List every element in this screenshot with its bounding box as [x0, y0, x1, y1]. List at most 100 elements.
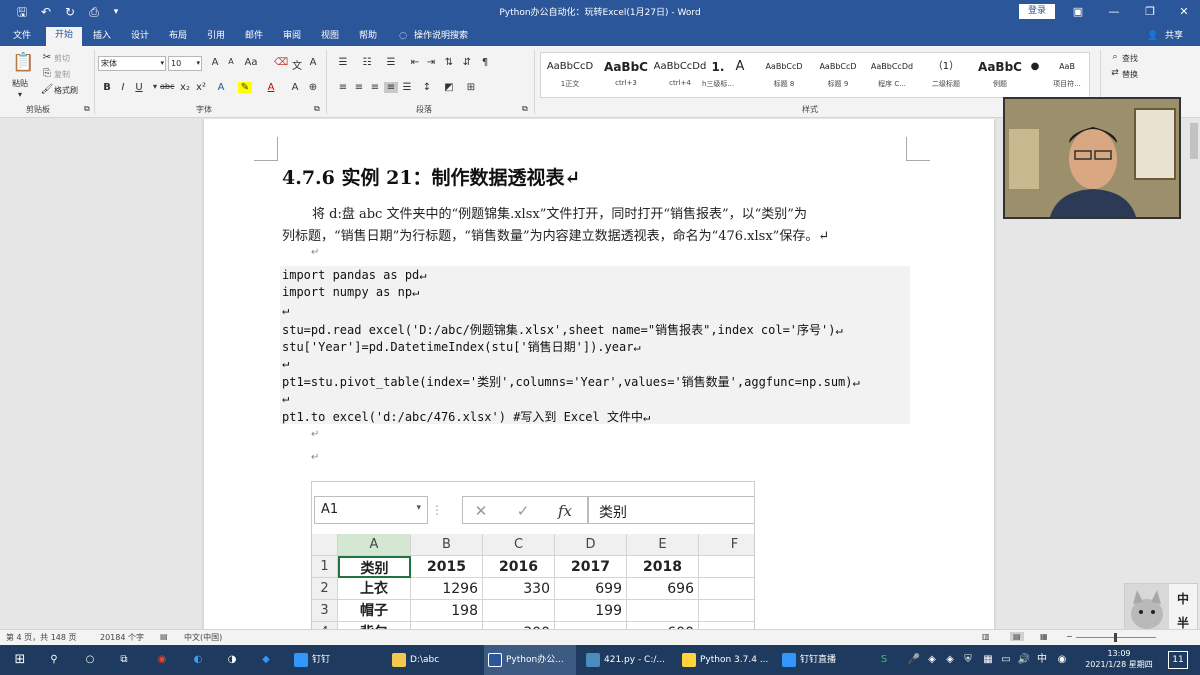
- align-left-icon[interactable]: ≡: [336, 82, 350, 93]
- notification-badge[interactable]: 11: [1168, 651, 1188, 669]
- font-color-icon[interactable]: A: [264, 82, 278, 93]
- network-icon[interactable]: ▦: [980, 645, 996, 675]
- line-spacing-icon[interactable]: ↕: [420, 82, 434, 93]
- paste-dropdown-icon[interactable]: ▾: [18, 90, 22, 99]
- taskbar-app[interactable]: Python办公...: [484, 645, 576, 675]
- language-status[interactable]: 中文(中国): [184, 632, 222, 643]
- input-lang[interactable]: 中: [1034, 645, 1050, 675]
- scrollbar-thumb[interactable]: [1190, 123, 1198, 159]
- strikethrough-icon[interactable]: abc: [160, 82, 174, 91]
- tab-view[interactable]: 视图: [314, 28, 346, 46]
- shield-icon[interactable]: ⛨: [960, 645, 976, 675]
- phonetic-guide-icon[interactable]: 文: [290, 57, 304, 72]
- style-item[interactable]: ●: [1023, 55, 1047, 95]
- copy-button[interactable]: 复制: [54, 69, 70, 80]
- superscript-icon[interactable]: x²: [194, 82, 208, 93]
- app-tray-icon[interactable]: ◈: [942, 645, 958, 675]
- tab-mailings[interactable]: 邮件: [238, 28, 270, 46]
- read-mode-icon[interactable]: ▥: [982, 632, 990, 641]
- cut-icon[interactable]: ✂: [40, 52, 54, 63]
- enclose-char-icon[interactable]: ⊕: [306, 82, 320, 93]
- grow-font-icon[interactable]: A: [208, 57, 222, 68]
- sort-icon[interactable]: ⇵: [460, 57, 474, 68]
- clipboard-launcher-icon[interactable]: ⧉: [84, 104, 90, 114]
- word-count[interactable]: 20184 个字: [100, 632, 144, 643]
- restore-icon[interactable]: ❐: [1140, 4, 1160, 20]
- chrome-icon[interactable]: ◉: [154, 645, 170, 675]
- style-item[interactable]: AaB 项目符...: [1047, 55, 1087, 95]
- clock[interactable]: 13:09 2021/1/28 星期四: [1079, 648, 1159, 670]
- zoom-out-icon[interactable]: −: [1066, 632, 1073, 641]
- copy-icon[interactable]: ⎘: [40, 68, 54, 79]
- app-tray-icon[interactable]: ◈: [924, 645, 940, 675]
- windows-start-icon[interactable]: ⊞: [12, 645, 28, 675]
- find-icon[interactable]: ⌕: [1108, 52, 1122, 62]
- minimize-icon[interactable]: —: [1104, 4, 1124, 20]
- replace-button[interactable]: 替换: [1122, 69, 1138, 80]
- tab-insert[interactable]: 插入: [86, 28, 118, 46]
- taskbar-app[interactable]: D:\abc: [388, 645, 478, 675]
- justify-icon[interactable]: ≡: [384, 82, 398, 93]
- web-layout-icon[interactable]: ▦: [1040, 632, 1048, 641]
- multilevel-list-icon[interactable]: ☰: [384, 57, 398, 68]
- numbering-icon[interactable]: ☷: [360, 57, 374, 68]
- tab-references[interactable]: 引用: [200, 28, 232, 46]
- bullets-icon[interactable]: ☰: [336, 57, 350, 68]
- share-button[interactable]: 共享: [1160, 28, 1188, 46]
- task-view-icon[interactable]: ⧉: [116, 645, 132, 675]
- shading-icon[interactable]: ◩: [442, 82, 456, 93]
- font-launcher-icon[interactable]: ⧉: [314, 104, 320, 114]
- taskbar-app[interactable]: 钉钉直播: [778, 645, 862, 675]
- style-item[interactable]: A: [725, 55, 755, 95]
- distributed-icon[interactable]: ☰: [400, 82, 414, 93]
- find-button[interactable]: 查找: [1122, 53, 1138, 64]
- bold-icon[interactable]: B: [100, 82, 114, 93]
- volume-icon[interactable]: 🔊: [1016, 645, 1032, 675]
- ribbon-display-icon[interactable]: ▣: [1068, 4, 1088, 20]
- vertical-scrollbar[interactable]: [1188, 119, 1200, 629]
- format-painter-icon[interactable]: 🖌: [40, 84, 54, 95]
- borders-icon[interactable]: ⊞: [464, 82, 478, 93]
- tab-review[interactable]: 审阅: [276, 28, 308, 46]
- replace-icon[interactable]: ⇄: [1108, 68, 1122, 78]
- taskbar-app[interactable]: 421.py - C:/...: [582, 645, 672, 675]
- paste-button[interactable]: 粘贴: [12, 78, 28, 89]
- close-icon[interactable]: ✕: [1174, 4, 1194, 20]
- page-count[interactable]: 第 4 页，共 148 页: [6, 632, 77, 643]
- underline-icon[interactable]: U: [132, 82, 146, 93]
- edge-icon[interactable]: ◐: [190, 645, 206, 675]
- taskbar-app[interactable]: Python 3.7.4 ...: [678, 645, 772, 675]
- app-icon[interactable]: ◑: [224, 645, 240, 675]
- cut-button[interactable]: 剪切: [54, 53, 70, 64]
- style-item[interactable]: AaBbCcD 1正文: [543, 55, 597, 95]
- align-right-icon[interactable]: ≡: [368, 82, 382, 93]
- tell-me-search[interactable]: 操作说明搜索: [414, 28, 484, 46]
- chinese-layout-icon[interactable]: ⇅: [442, 57, 456, 68]
- taskbar-app[interactable]: 钉钉: [290, 645, 382, 675]
- tab-file[interactable]: 文件: [8, 28, 36, 46]
- microphone-icon[interactable]: 🎤: [906, 645, 922, 675]
- shrink-font-icon[interactable]: A: [224, 57, 238, 66]
- cortana-icon[interactable]: ○: [82, 645, 98, 675]
- highlight-icon[interactable]: ✎: [238, 82, 252, 93]
- style-item[interactable]: AaBbCcD 标题 8: [757, 55, 811, 95]
- decrease-indent-icon[interactable]: ⇤: [408, 57, 422, 68]
- tab-help[interactable]: 帮助: [352, 28, 384, 46]
- login-button[interactable]: 登录: [1019, 4, 1055, 19]
- char-shading-icon[interactable]: A: [288, 82, 302, 93]
- align-center-icon[interactable]: ≡: [352, 82, 366, 93]
- search-icon[interactable]: ⚲: [46, 645, 62, 675]
- italic-icon[interactable]: I: [116, 82, 130, 93]
- paragraph-launcher-icon[interactable]: ⧉: [522, 104, 528, 114]
- text-effects-icon[interactable]: A: [214, 82, 228, 93]
- font-size-combo[interactable]: 10 ▾: [168, 56, 202, 71]
- show-marks-icon[interactable]: ¶: [478, 57, 492, 68]
- style-item[interactable]: AaBbCcDd 程序 C...: [865, 55, 919, 95]
- font-name-combo[interactable]: 宋体 ▾: [98, 56, 166, 71]
- subscript-icon[interactable]: x₂: [178, 82, 192, 93]
- wechat-tray-icon[interactable]: S: [876, 645, 892, 675]
- display-icon[interactable]: ▭: [998, 645, 1014, 675]
- paste-icon[interactable]: 📋: [12, 52, 34, 73]
- tab-home[interactable]: 开始: [46, 27, 82, 46]
- ime-tray-icon[interactable]: ◉: [1054, 645, 1070, 675]
